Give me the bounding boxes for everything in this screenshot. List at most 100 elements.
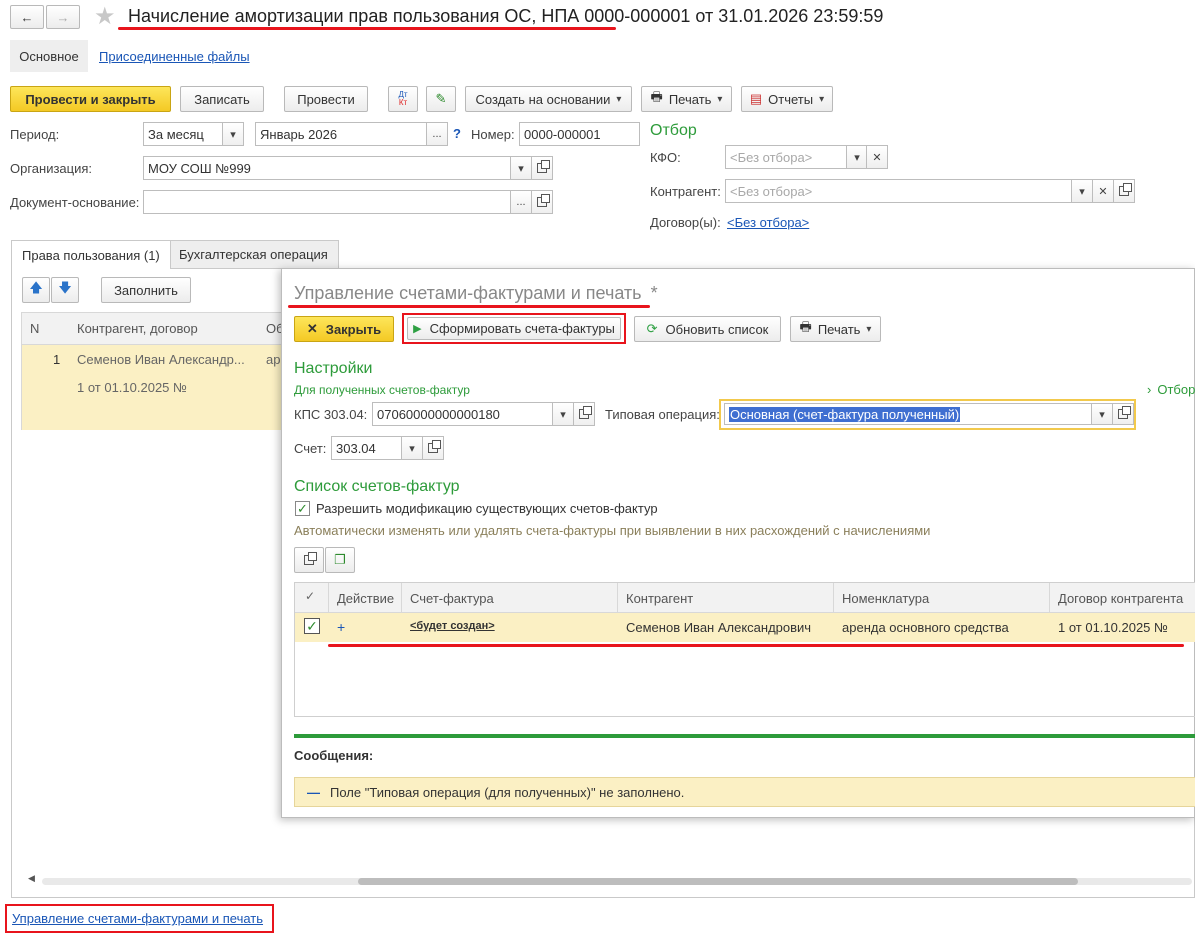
messages-divider	[294, 734, 1195, 738]
create-based-on-button[interactable]: Создать на основании	[465, 86, 632, 112]
number-field[interactable]: 0000-000001	[519, 122, 640, 146]
period-type-dropdown[interactable]: ▾	[222, 122, 244, 146]
forward-button[interactable]: →	[46, 5, 80, 29]
star-icon[interactable]: ★	[94, 2, 116, 31]
contractor-field[interactable]: <Без отбора>	[725, 179, 1073, 203]
kps-field[interactable]: 07060000000000180	[372, 402, 555, 426]
report-icon: ▤	[749, 91, 763, 106]
kfo-dropdown[interactable]: ▾	[846, 145, 868, 169]
dialog-print-button[interactable]: 🖶 Печать	[790, 316, 881, 342]
post-and-close-button[interactable]: Провести и закрыть	[10, 86, 171, 112]
basis-document-field[interactable]	[143, 190, 512, 214]
column-contractor[interactable]: Контрагент	[626, 591, 693, 606]
column-action[interactable]: Действие	[337, 591, 394, 606]
column-invoice[interactable]: Счет-фактура	[410, 591, 494, 606]
close-button[interactable]: ✕ Закрыть	[294, 316, 394, 342]
contractor-clear-button[interactable]: ✕	[1092, 179, 1114, 203]
basis-document-select-button[interactable]: ...	[510, 190, 532, 214]
chevron-down-icon: ▾	[409, 442, 415, 455]
kfo-label: КФО:	[650, 150, 681, 165]
operation-field[interactable]: Основная (счет-фактура полученный)	[724, 403, 1093, 425]
generate-label: Сформировать счета-фактуры	[429, 321, 615, 336]
chevron-down-icon: ▾	[854, 151, 860, 164]
organization-field[interactable]: МОУ СОШ №999	[143, 156, 512, 180]
tab-main[interactable]: Основное	[10, 40, 88, 72]
period-type-select[interactable]: За месяц	[143, 122, 223, 146]
contractor-dropdown[interactable]: ▾	[1071, 179, 1093, 203]
copy-checked-rows-button[interactable]: ❐	[325, 547, 355, 573]
open-icon	[428, 440, 441, 453]
message-text: Поле "Типовая операция (для полученных)"…	[330, 784, 685, 800]
kfo-clear-button[interactable]: ✕	[866, 145, 888, 169]
operation-open-button[interactable]	[1112, 403, 1134, 425]
column-contractor-contract[interactable]: Контрагент, договор	[77, 321, 198, 336]
minus-icon[interactable]: —	[307, 785, 320, 800]
kfo-field[interactable]: <Без отбора>	[725, 145, 849, 169]
dtkt-button[interactable]: Дт Кт	[388, 86, 418, 112]
arrow-left-icon: ←	[20, 9, 34, 25]
close-icon: ✕	[872, 151, 882, 164]
account-dropdown[interactable]: ▾	[401, 436, 423, 460]
dialog-print-label: Печать	[817, 321, 861, 337]
tab-attached-files[interactable]: Присоединенные файлы	[99, 49, 250, 64]
generate-invoices-button[interactable]: ▶ Сформировать счета-фактуры	[407, 317, 621, 340]
chevron-right-icon: ›	[1147, 382, 1152, 397]
post-button[interactable]: Провести	[284, 86, 368, 112]
help-icon[interactable]: ?	[453, 126, 461, 141]
message-row[interactable]: — Поле "Типовая операция (для полученных…	[294, 777, 1195, 807]
filter-expand-link[interactable]: › Отбор	[1147, 382, 1195, 397]
received-subtitle: Для полученных счетов-фактур	[294, 383, 470, 397]
period-select-button[interactable]: ...	[426, 122, 448, 146]
open-icon	[1119, 183, 1132, 196]
fill-button[interactable]: Заполнить	[101, 277, 191, 303]
organization-dropdown[interactable]: ▾	[510, 156, 532, 180]
move-down-button[interactable]: 🡇	[51, 277, 79, 303]
column-contract[interactable]: Договор контрагента	[1058, 591, 1183, 606]
contracts-filter-link[interactable]: <Без отбора>	[727, 215, 809, 230]
number-label: Номер:	[471, 127, 515, 142]
dialog-title-underline	[288, 305, 650, 308]
move-up-button[interactable]: 🡅	[22, 277, 50, 303]
invoices-list-title: Список счетов-фактур	[294, 478, 460, 495]
print-menu-button[interactable]: 🖶 Печать	[641, 86, 732, 112]
tab-accounting-operation[interactable]: Бухгалтерская операция	[168, 240, 339, 268]
row-number: 1	[53, 352, 61, 367]
column-n[interactable]: N	[30, 321, 39, 336]
reports-menu-button[interactable]: ▤ Отчеты	[741, 86, 833, 112]
kps-dropdown[interactable]: ▾	[552, 402, 574, 426]
operation-dropdown[interactable]: ▾	[1091, 403, 1113, 425]
period-value-field[interactable]: Январь 2026	[255, 122, 428, 146]
edit-document-button[interactable]: ✎	[426, 86, 456, 112]
printer-icon: 🖶	[799, 319, 812, 334]
copy-rows-button[interactable]	[294, 547, 324, 573]
contractor-open-button[interactable]	[1113, 179, 1135, 203]
chevron-down-icon: ▾	[560, 408, 566, 421]
select-all-check-icon[interactable]: ✓	[305, 589, 315, 603]
kps-open-button[interactable]	[573, 402, 595, 426]
row-invoice-link[interactable]: <будет создан>	[410, 620, 495, 632]
invoices-table: ✓ Действие Счет-фактура Контрагент Номен…	[294, 582, 1195, 717]
scroll-left-arrow[interactable]: ◀	[28, 873, 35, 884]
open-icon	[1118, 406, 1131, 419]
close-label: Закрыть	[325, 321, 382, 337]
row-action: +	[337, 619, 346, 635]
back-button[interactable]: ←	[10, 5, 44, 29]
settings-title: Настройки	[294, 360, 373, 377]
save-button[interactable]: Записать	[180, 86, 264, 112]
row-checkbox[interactable]: ✓	[304, 618, 320, 634]
page-title: Начисление амортизации прав пользования …	[128, 6, 884, 26]
account-field[interactable]: 303.04	[331, 436, 403, 460]
basis-document-open-button[interactable]	[531, 190, 553, 214]
refresh-list-button[interactable]: ⟳ Обновить список	[634, 316, 781, 342]
invoice-management-link[interactable]: Управление счетами-фактурами и печать	[12, 911, 263, 926]
allow-modify-checkbox[interactable]: ✓	[295, 501, 310, 516]
scrollbar-thumb[interactable]	[358, 878, 1078, 885]
auto-change-hint: Автоматически изменять или удалять счета…	[294, 523, 931, 538]
organization-open-button[interactable]	[531, 156, 553, 180]
account-open-button[interactable]	[422, 436, 444, 460]
column-nomenclature[interactable]: Номенклатура	[842, 591, 929, 606]
kps-label: КПС 303.04:	[294, 407, 368, 422]
tab-usage-rights[interactable]: Права пользования (1)	[11, 240, 171, 269]
chevron-down-icon: ▾	[1079, 185, 1085, 198]
horizontal-scrollbar[interactable]: ◀	[28, 873, 1195, 888]
